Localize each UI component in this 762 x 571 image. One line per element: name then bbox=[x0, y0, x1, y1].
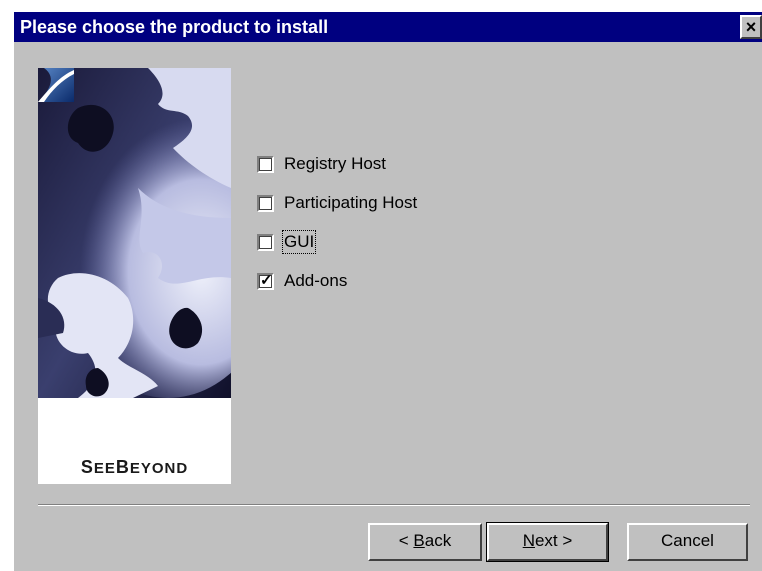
back-button[interactable]: < Back bbox=[368, 523, 482, 561]
checkbox-participating-host[interactable] bbox=[257, 194, 274, 212]
next-button[interactable]: Next > bbox=[486, 522, 609, 562]
checkbox-add-ons[interactable]: ✓ bbox=[257, 271, 274, 290]
separator-line bbox=[38, 504, 750, 506]
seebeyond-logo bbox=[38, 68, 74, 102]
label-add-ons: Add-ons bbox=[284, 271, 348, 290]
label-gui: GUI bbox=[281, 230, 317, 254]
cancel-button[interactable]: Cancel bbox=[627, 523, 748, 561]
product-banner: SEEBEYOND bbox=[38, 68, 231, 484]
gears-image bbox=[38, 68, 231, 398]
brand-name: SEEBEYOND bbox=[80, 457, 189, 477]
checkbox-registry-host[interactable] bbox=[257, 155, 274, 173]
option-gui[interactable]: GUI bbox=[257, 230, 317, 254]
option-add-ons[interactable]: ✓ Add-ons bbox=[257, 269, 347, 293]
close-icon: × bbox=[745, 17, 757, 37]
title-bar[interactable]: Please choose the product to install × bbox=[14, 12, 762, 42]
option-participating-host[interactable]: Participating Host bbox=[257, 191, 417, 215]
check-mark-icon: ✓ bbox=[260, 271, 273, 289]
label-participating-host: Participating Host bbox=[284, 193, 418, 212]
option-registry-host[interactable]: Registry Host bbox=[257, 152, 386, 176]
label-registry-host: Registry Host bbox=[284, 154, 387, 173]
install-dialog: Please choose the product to install × S… bbox=[14, 12, 762, 571]
checkbox-gui[interactable] bbox=[257, 233, 274, 251]
close-button[interactable]: × bbox=[740, 15, 762, 39]
dialog-title: Please choose the product to install bbox=[20, 17, 329, 37]
